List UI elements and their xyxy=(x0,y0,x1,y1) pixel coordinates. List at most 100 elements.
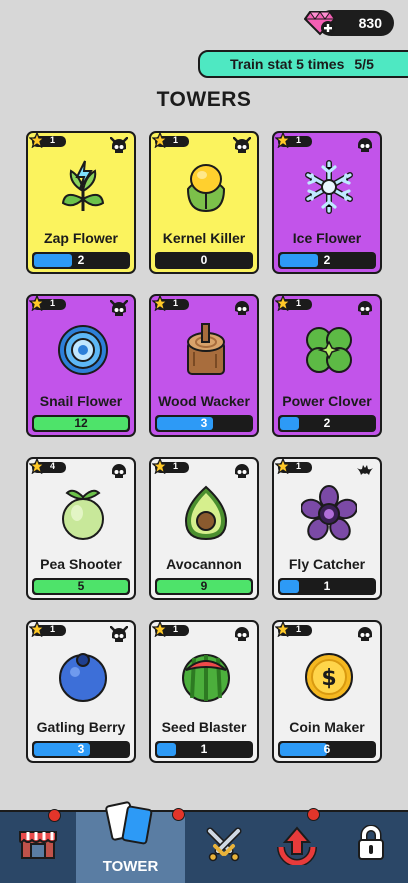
cards-icon xyxy=(105,801,153,845)
tower-card[interactable]: 1 Power Clover 2 xyxy=(272,294,382,437)
level-badge: 1 xyxy=(275,133,312,148)
card-progress-bar: 9 xyxy=(155,578,253,595)
star-icon xyxy=(275,459,291,474)
card-progress-bar: 5 xyxy=(32,578,130,595)
card-level: 1 xyxy=(173,298,179,308)
card-level: 1 xyxy=(296,624,302,634)
card-progress-bar: 2 xyxy=(278,415,376,432)
card-name: Power Clover xyxy=(282,393,372,409)
card-name: Zap Flower xyxy=(44,230,118,246)
tower-card[interactable]: 1 Ice Flower 2 xyxy=(272,131,382,274)
level-badge: 1 xyxy=(152,133,189,148)
wood-log-icon xyxy=(187,323,225,375)
star-icon xyxy=(275,296,291,311)
tower-card[interactable]: 4 Pea Shooter 5 xyxy=(26,457,136,600)
star-icon xyxy=(152,133,168,148)
pea-pod-icon xyxy=(62,489,104,540)
card-level: 4 xyxy=(50,461,56,471)
nav-shop[interactable] xyxy=(0,809,80,883)
blueberry-icon xyxy=(59,653,107,702)
level-badge: 1 xyxy=(29,133,66,148)
card-count: 12 xyxy=(74,416,88,430)
card-count: 2 xyxy=(323,416,331,430)
card-level: 1 xyxy=(296,298,302,308)
crossed-swords-icon xyxy=(206,827,242,862)
nav-tower[interactable]: TOWER xyxy=(76,801,185,883)
gem-count: 830 xyxy=(358,15,382,31)
tower-card[interactable]: 1 Seed Blaster 1 xyxy=(149,620,259,763)
watermelon-icon xyxy=(182,654,230,702)
star-icon xyxy=(29,133,45,148)
card-count: 3 xyxy=(200,416,208,430)
card-level: 1 xyxy=(173,624,179,634)
tower-card[interactable]: 1 $ Coin Maker 6 xyxy=(272,620,382,763)
bottom-nav: TOWER xyxy=(0,801,408,883)
card-count: 2 xyxy=(323,253,331,267)
skull-icon xyxy=(235,627,249,641)
card-level: 1 xyxy=(173,461,179,471)
card-count: 2 xyxy=(77,253,85,267)
skull-icon xyxy=(358,301,372,315)
skull-icon xyxy=(358,627,372,641)
snail-flower-icon xyxy=(58,325,108,375)
page-title: TOWERS xyxy=(156,88,252,111)
quest-banner[interactable]: Train stat 5 times 5/5 xyxy=(198,50,408,78)
tower-card[interactable]: 1 Zap Flower 2 xyxy=(26,131,136,274)
demon-skull-icon xyxy=(233,137,251,153)
card-name: Seed Blaster xyxy=(161,719,247,735)
card-progress-bar: 3 xyxy=(155,415,253,432)
card-name: Coin Maker xyxy=(289,719,365,735)
tower-card[interactable]: 1 Kernel Killer 0 xyxy=(149,131,259,274)
purple-flower-icon xyxy=(301,485,357,541)
tower-card[interactable]: 1 Fly Catcher 1 xyxy=(272,457,382,600)
tower-card[interactable]: 1 Avocannon 9 xyxy=(149,457,259,600)
card-count: 6 xyxy=(323,742,331,756)
star-icon xyxy=(152,622,168,637)
avocado-icon xyxy=(184,485,228,541)
nav-locked[interactable] xyxy=(332,812,408,883)
nav-tower-label: TOWER xyxy=(102,858,159,875)
star-icon xyxy=(275,622,291,637)
card-count: 9 xyxy=(200,579,208,593)
star-icon xyxy=(29,296,45,311)
card-level: 1 xyxy=(296,135,302,145)
skull-icon xyxy=(235,464,249,478)
level-badge: 1 xyxy=(275,296,312,311)
card-level: 1 xyxy=(50,298,56,308)
nav-battle[interactable] xyxy=(185,812,265,883)
quest-label: Train stat 5 times xyxy=(230,56,345,72)
skull-icon xyxy=(235,301,249,315)
tower-card[interactable]: 1 Snail Flower 12 xyxy=(26,294,136,437)
corn-kernel-icon xyxy=(186,164,226,213)
star-icon xyxy=(152,459,168,474)
card-name: Snail Flower xyxy=(39,393,123,409)
pink-gem-plus-icon xyxy=(304,11,336,36)
skull-icon xyxy=(112,464,126,478)
upgrade-arrow-icon xyxy=(277,826,317,865)
level-badge: 1 xyxy=(152,459,189,474)
lock-icon xyxy=(358,825,384,860)
level-badge: 4 xyxy=(29,459,66,474)
card-count: 1 xyxy=(200,742,208,756)
card-progress-bar: 3 xyxy=(32,741,130,758)
card-level: 1 xyxy=(173,135,179,145)
card-name: Gatling Berry xyxy=(36,719,126,735)
star-icon xyxy=(152,296,168,311)
level-badge: 1 xyxy=(152,622,189,637)
card-progress-bar: 12 xyxy=(32,415,130,432)
demon-skull-icon xyxy=(110,300,128,316)
svg-text:$: $ xyxy=(321,666,336,691)
card-level: 1 xyxy=(50,624,56,634)
level-badge: 1 xyxy=(275,622,312,637)
card-progress-bar: 0 xyxy=(155,252,253,269)
card-name: Ice Flower xyxy=(292,230,362,246)
card-name: Fly Catcher xyxy=(288,556,366,572)
tower-card[interactable]: 1 Gatling Berry 3 xyxy=(26,620,136,763)
card-progress-bar: 6 xyxy=(278,741,376,758)
card-progress-bar: 2 xyxy=(32,252,130,269)
card-level: 1 xyxy=(50,135,56,145)
level-badge: 1 xyxy=(29,622,66,637)
card-progress-bar: 2 xyxy=(278,252,376,269)
tower-card[interactable]: 1 Wood Wacker 3 xyxy=(149,294,259,437)
gem-counter[interactable]: 830 xyxy=(304,10,394,36)
